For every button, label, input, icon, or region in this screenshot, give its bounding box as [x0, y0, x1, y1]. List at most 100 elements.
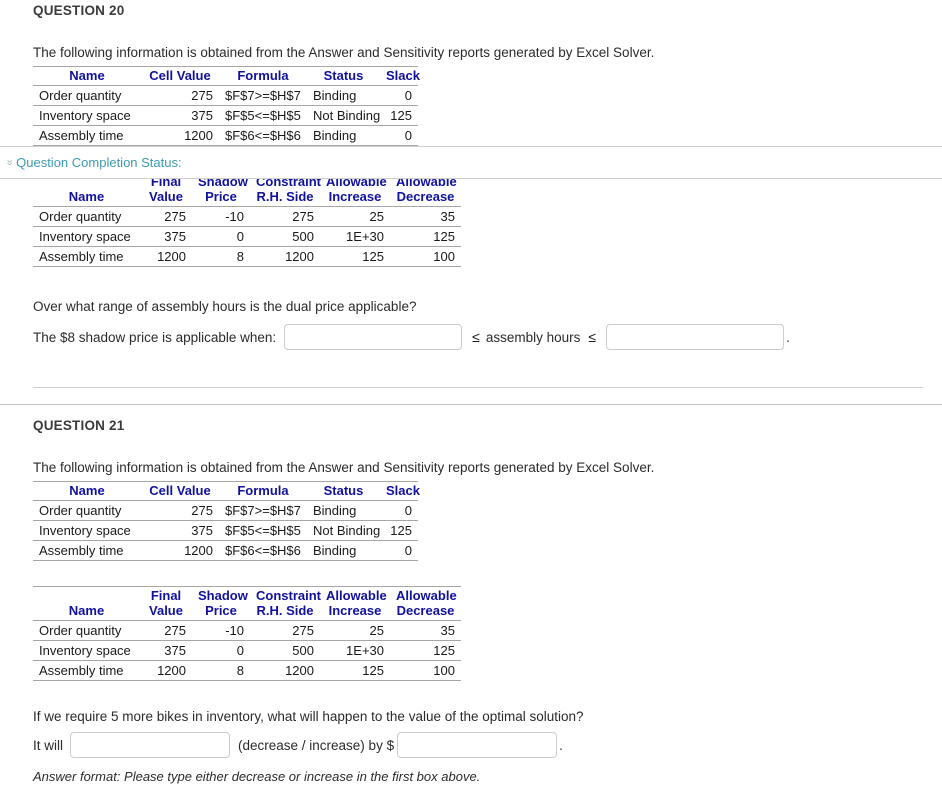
cell-shadow-price: 0: [192, 226, 250, 247]
cell-slack: 0: [380, 540, 418, 561]
question-completion-status-bar: » Question Completion Status:: [0, 146, 942, 179]
question-21-title: QUESTION 21: [33, 418, 125, 433]
col-header-increase: Increase: [320, 189, 390, 207]
direction-input[interactable]: [70, 732, 230, 758]
col-header-increase: Increase: [320, 603, 390, 621]
col-header-decrease: Decrease: [390, 189, 461, 207]
assembly-hours-lower-bound-input[interactable]: [284, 324, 463, 350]
cell-shadow-price: -10: [192, 206, 250, 227]
question-completion-status-toggle[interactable]: » Question Completion Status:: [3, 155, 182, 170]
cell-name: Assembly time: [33, 660, 140, 681]
col-header-shadow: Shadow: [192, 586, 250, 603]
section-divider-full: [0, 404, 942, 405]
cell-name: Assembly time: [33, 246, 140, 267]
col-header-rh-side: R.H. Side: [250, 189, 320, 207]
cell-shadow-price: 0: [192, 640, 250, 661]
cell-allow-decrease: 125: [390, 226, 461, 247]
cell-final-value: 275: [140, 206, 192, 227]
col-header-price: Price: [192, 189, 250, 207]
cell-slack: 0: [380, 85, 418, 106]
col-header-name: Name: [33, 603, 140, 621]
cell-formula: $F$6<=$H$6: [219, 540, 307, 561]
answer-format-note: Answer format: Please type either decrea…: [33, 769, 481, 784]
cell-value: 275: [141, 500, 219, 521]
answer-suffix-period: .: [559, 737, 563, 753]
table-row: Order quantity 275 $F$7>=$H$7 Binding 0: [33, 85, 418, 106]
cell-rh-side: 275: [250, 206, 320, 227]
cell-allow-decrease: 100: [390, 246, 461, 267]
cell-slack: 125: [380, 105, 418, 126]
cell-value: 1200: [141, 125, 219, 146]
col-header-decrease: Decrease: [390, 603, 461, 621]
cell-allow-decrease: 125: [390, 640, 461, 661]
table-row: Assembly time 1200 8 1200 125 100: [33, 660, 461, 681]
section-divider-indented: [33, 387, 923, 388]
cell-name: Order quantity: [33, 85, 141, 106]
col-header-slack: Slack: [380, 481, 420, 501]
cell-rh-side: 275: [250, 620, 320, 641]
cell-final-value: 375: [140, 640, 192, 661]
cell-status: Not Binding: [307, 520, 380, 541]
cell-formula: $F$6<=$H$6: [219, 125, 307, 146]
cell-slack: 125: [380, 520, 418, 541]
answer-prefix-label: It will: [33, 737, 63, 753]
cell-shadow-price: 8: [192, 246, 250, 267]
col-header-value: Value: [140, 603, 192, 621]
question-20-title: QUESTION 20: [33, 3, 125, 18]
cell-formula: $F$7>=$H$7: [219, 500, 307, 521]
question-20-prompt: Over what range of assembly hours is the…: [33, 299, 417, 314]
sensitivity-report-table-q20: Final Shadow Constraint Allowable Allowa…: [33, 172, 461, 267]
col-header-formula: Formula: [219, 481, 307, 501]
col-header-status: Status: [307, 481, 380, 501]
col-header-final: Final: [140, 586, 192, 603]
col-header-price: Price: [192, 603, 250, 621]
table-row: Inventory space 375 $F$5<=$H$5 Not Bindi…: [33, 520, 418, 541]
answer-suffix-period: .: [786, 329, 790, 345]
answer-report-table-q20: Name Cell Value Formula Status Slack Ord…: [33, 66, 420, 146]
cell-name: Assembly time: [33, 125, 141, 146]
table-row: Order quantity 275 -10 275 25 35: [33, 620, 461, 641]
question-20-intro: The following information is obtained fr…: [33, 45, 655, 60]
cell-allow-decrease: 35: [390, 206, 461, 227]
table-row: Assembly time 1200 $F$6<=$H$6 Binding 0: [33, 540, 418, 561]
assembly-hours-label: assembly hours: [485, 329, 581, 345]
table-row: Inventory space 375 0 500 1E+30 125: [33, 640, 461, 661]
cell-rh-side: 500: [250, 226, 320, 247]
cell-formula: $F$7>=$H$7: [219, 85, 307, 106]
cell-status: Binding: [307, 85, 380, 106]
cell-name: Order quantity: [33, 620, 140, 641]
answer-prefix-label: The $8 shadow price is applicable when:: [33, 329, 277, 345]
cell-allow-increase: 1E+30: [320, 640, 390, 661]
cell-final-value: 275: [140, 620, 192, 641]
cell-final-value: 1200: [140, 660, 192, 681]
cell-allow-increase: 25: [320, 620, 390, 641]
table-header-row-bottom: Name Value Price R.H. Side Increase Decr…: [33, 189, 461, 207]
table-header-row-bottom: Name Value Price R.H. Side Increase Decr…: [33, 603, 461, 621]
col-header-name: Name: [33, 189, 140, 207]
col-header-name: Name: [33, 481, 141, 501]
cell-name: Inventory space: [33, 226, 140, 247]
amount-input[interactable]: [397, 732, 558, 758]
col-header-cell-value: Cell Value: [141, 481, 219, 501]
cell-slack: 0: [380, 125, 418, 146]
cell-name: Assembly time: [33, 540, 141, 561]
cell-value: 375: [141, 105, 219, 126]
assembly-hours-upper-bound-input[interactable]: [606, 324, 785, 350]
col-header-cell-value: Cell Value: [141, 66, 219, 86]
cell-allow-increase: 125: [320, 246, 390, 267]
cell-allow-increase: 25: [320, 206, 390, 227]
col-header-slack: Slack: [380, 66, 420, 86]
question-21-prompt: If we require 5 more bikes in inventory,…: [33, 709, 584, 724]
double-chevron-down-icon: »: [3, 159, 16, 166]
cell-status: Binding: [307, 125, 380, 146]
col-header-rh-side: R.H. Side: [250, 603, 320, 621]
table-row: Assembly time 1200 $F$6<=$H$6 Binding 0: [33, 125, 418, 146]
col-header-allowable-dec: Allowable: [390, 586, 461, 603]
table-row: Order quantity 275 -10 275 25 35: [33, 206, 461, 227]
col-header-name: Name: [33, 66, 141, 86]
question-20-answer-area: Over what range of assembly hours is the…: [0, 299, 942, 350]
table-row: Inventory space 375 $F$5<=$H$5 Not Bindi…: [33, 105, 418, 126]
cell-rh-side: 1200: [250, 660, 320, 681]
cell-allow-decrease: 100: [390, 660, 461, 681]
col-header-formula: Formula: [219, 66, 307, 86]
